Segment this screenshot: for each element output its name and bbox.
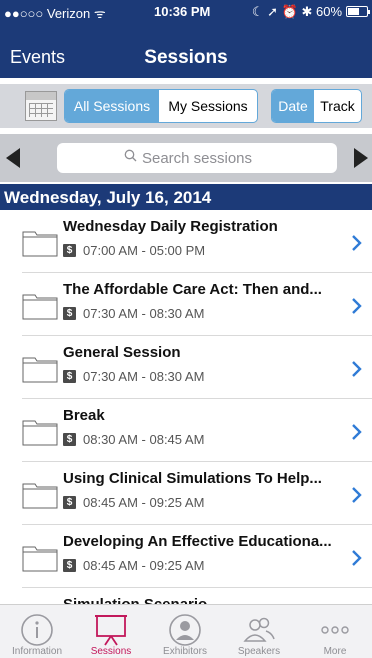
- status-indicators: ☾ ➚ ⏰ ✱ 60%: [251, 4, 342, 19]
- chevron-right-icon: [352, 298, 362, 314]
- calendar-icon[interactable]: [25, 91, 57, 121]
- session-row[interactable]: Developing An Effective Educationa... $0…: [0, 525, 372, 588]
- paid-badge: $: [63, 559, 76, 572]
- session-row[interactable]: Wednesday Daily Registration $07:00 AM -…: [0, 210, 372, 273]
- session-row[interactable]: Using Clinical Simulations To Help... $0…: [0, 462, 372, 525]
- battery-icon: [346, 6, 370, 17]
- session-time: 08:45 AM - 09:25 AM: [83, 495, 205, 510]
- tab-label: More: [323, 646, 347, 657]
- tab-label: Information: [11, 646, 63, 657]
- session-title: Break: [63, 407, 105, 424]
- folder-icon: [22, 546, 58, 572]
- session-time: 08:45 AM - 09:25 AM: [83, 558, 205, 573]
- sort-date-option[interactable]: Date: [272, 90, 314, 122]
- session-row[interactable]: General Session $07:30 AM - 08:30 AM: [0, 336, 372, 399]
- my-sessions-option[interactable]: My Sessions: [159, 90, 257, 122]
- session-title: Simulation Scenario...: [63, 596, 344, 604]
- paid-badge: $: [63, 496, 76, 509]
- session-time: 07:30 AM - 08:30 AM: [83, 306, 205, 321]
- session-time: 07:30 AM - 08:30 AM: [83, 369, 205, 384]
- people-icon: [243, 617, 275, 642]
- sort-track-option[interactable]: Track: [314, 90, 361, 122]
- tab-more[interactable]: More: [298, 605, 372, 658]
- tab-speakers[interactable]: Speakers: [222, 605, 296, 658]
- folder-icon: [22, 294, 58, 320]
- paid-badge: $: [63, 370, 76, 383]
- folder-icon: [22, 483, 58, 509]
- chevron-right-icon: [352, 550, 362, 566]
- folder-icon: [22, 231, 58, 257]
- session-row[interactable]: Break $08:30 AM - 08:45 AM: [0, 399, 372, 462]
- battery-level: [348, 8, 359, 15]
- info-icon: [21, 614, 53, 646]
- paid-badge: $: [63, 307, 76, 320]
- nav-bar: Events Sessions: [0, 22, 372, 78]
- folder-icon: [22, 420, 58, 446]
- chevron-right-icon: [352, 424, 362, 440]
- tab-label: Exhibitors: [163, 646, 207, 657]
- search-bar: [0, 134, 372, 182]
- tab-label: Speakers: [237, 646, 281, 657]
- chevron-right-icon: [352, 487, 362, 503]
- person-circle-icon: [169, 614, 201, 646]
- carrier-label: ●●○○○ Verizon ᯤ: [4, 6, 106, 21]
- next-day-icon[interactable]: [354, 148, 368, 168]
- status-time: 10:36 PM: [154, 4, 211, 19]
- tab-label: Sessions: [90, 646, 132, 657]
- session-title: Developing An Effective Educationa...: [63, 533, 332, 550]
- session-time: 07:00 AM - 05:00 PM: [83, 243, 206, 258]
- paid-badge: $: [63, 433, 76, 446]
- search-icon: [124, 149, 137, 162]
- paid-badge: $: [63, 244, 76, 257]
- search-input[interactable]: [57, 143, 337, 173]
- session-title: General Session: [63, 344, 181, 361]
- session-title: Using Clinical Simulations To Help...: [63, 470, 322, 487]
- session-time: 08:30 AM - 08:45 AM: [83, 432, 205, 447]
- previous-day-icon[interactable]: [6, 148, 20, 168]
- session-row[interactable]: The Affordable Care Act: Then and... $07…: [0, 273, 372, 336]
- filter-bar: All Sessions My Sessions Date Track: [0, 84, 372, 128]
- page-title: Sessions: [144, 47, 228, 68]
- sort-control: Date Track: [271, 89, 362, 123]
- chevron-right-icon: [352, 235, 362, 251]
- folder-icon: [22, 357, 58, 383]
- session-filter-control: All Sessions My Sessions: [64, 89, 258, 123]
- all-sessions-option[interactable]: All Sessions: [65, 90, 159, 122]
- tab-exhibitors[interactable]: Exhibitors: [148, 605, 222, 658]
- session-list: Wednesday Daily Registration $07:00 AM -…: [0, 210, 372, 604]
- status-bar: ●●○○○ Verizon ᯤ 10:36 PM ☾ ➚ ⏰ ✱ 60%: [0, 0, 372, 22]
- more-dots-icon: [321, 626, 349, 634]
- session-row[interactable]: Simulation Scenario... $: [0, 588, 372, 604]
- chevron-right-icon: [352, 361, 362, 377]
- date-section-header: Wednesday, July 16, 2014: [0, 184, 372, 210]
- tab-bar: Information Sessions Exhibitors Speakers…: [0, 604, 372, 658]
- session-title: Wednesday Daily Registration: [63, 218, 278, 235]
- presentation-icon: [95, 615, 127, 646]
- tab-sessions[interactable]: Sessions: [74, 605, 148, 658]
- tab-information[interactable]: Information: [0, 605, 74, 658]
- session-title: The Affordable Care Act: Then and...: [63, 281, 322, 298]
